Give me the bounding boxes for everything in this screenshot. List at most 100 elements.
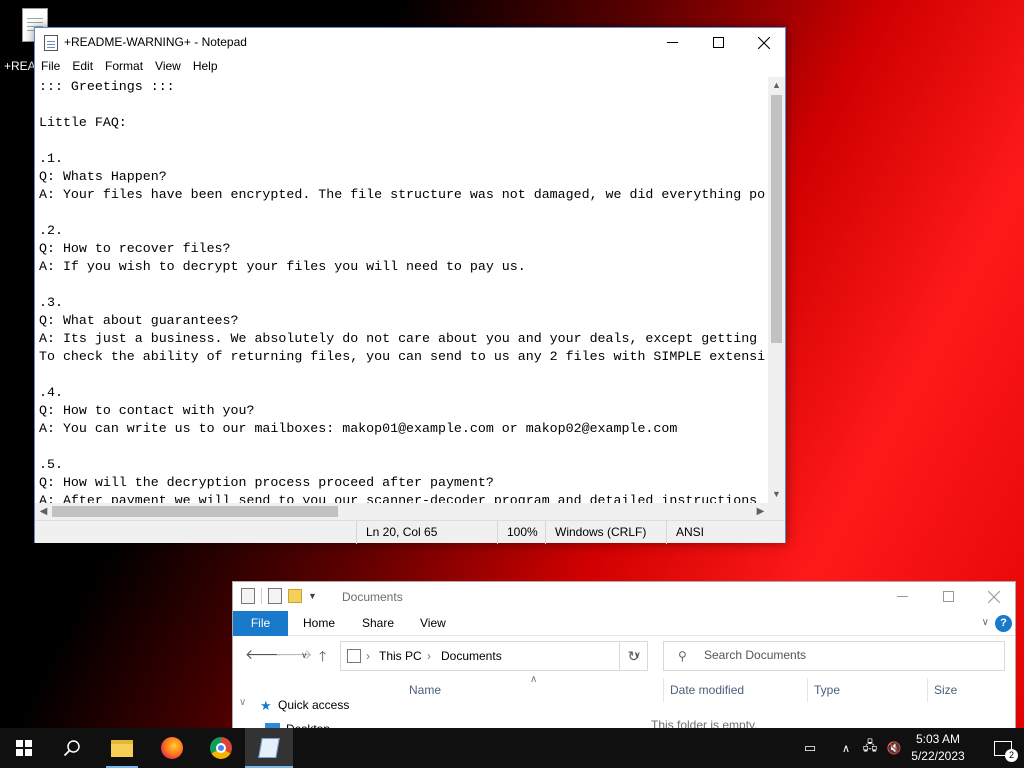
scroll-down-arrow-icon[interactable]: ▼: [768, 486, 785, 503]
search-taskbar-button[interactable]: [48, 728, 96, 768]
clock-date: 5/22/2023: [911, 749, 965, 763]
breadcrumb-documents[interactable]: Documents: [441, 649, 502, 663]
minimize-icon: [666, 42, 678, 43]
clock-time: 5:03 AM: [915, 732, 961, 746]
text-line: [39, 438, 769, 456]
collapse-chevron-icon[interactable]: ∨: [239, 697, 246, 708]
text-line: .4.: [39, 385, 63, 400]
file-explorer-window: ▼ Documents File Home Share View ∨ ? 🡐 🡒…: [232, 581, 1016, 731]
search-input[interactable]: [704, 648, 984, 662]
maximize-icon: [712, 37, 724, 48]
ribbon-tab-file[interactable]: File: [233, 611, 288, 636]
start-button[interactable]: [0, 728, 48, 768]
text-line: A: After payment we will send to you our…: [39, 493, 758, 503]
text-line: Little FAQ:: [39, 115, 127, 130]
taskbar-firefox[interactable]: [148, 728, 196, 768]
column-header-type[interactable]: Type: [814, 683, 840, 697]
explorer-maximize-button[interactable]: [925, 582, 971, 611]
explorer-minimize-button[interactable]: [879, 582, 925, 611]
column-header-date-modified[interactable]: Date modified: [670, 683, 744, 697]
ribbon-tabs: File Home Share View ∨ ?: [233, 611, 1015, 636]
scrollbar-corner: [768, 503, 785, 520]
tray-keyboard-icon[interactable]: ▭: [796, 728, 824, 768]
minimize-button[interactable]: [649, 28, 695, 57]
search-box[interactable]: ⚲: [663, 641, 1005, 671]
text-line: .3.: [39, 295, 63, 310]
action-center-button[interactable]: 2: [982, 728, 1024, 768]
ribbon-tab-home[interactable]: Home: [303, 611, 335, 636]
column-divider[interactable]: [807, 678, 808, 702]
column-header-name[interactable]: Name: [409, 683, 441, 697]
window-title: +README-WARNING+ - Notepad: [64, 35, 247, 49]
close-button[interactable]: [741, 28, 787, 57]
taskbar: ▭ ∧ 🖧 🔇 5:03 AM 5/22/2023 2: [0, 728, 1024, 768]
scroll-up-arrow-icon[interactable]: ▲: [768, 77, 785, 94]
new-folder-icon[interactable]: [288, 589, 302, 603]
up-arrow-icon[interactable]: 🡑: [319, 646, 326, 670]
volume-muted-icon[interactable]: 🔇: [882, 728, 906, 768]
system-clock[interactable]: 5:03 AM 5/22/2023: [906, 731, 970, 765]
text-editor-area[interactable]: ::: Greetings ::: Little FAQ: .1. Q: Whats …: [35, 77, 769, 503]
windows-logo-icon: [16, 740, 32, 756]
text-line: Q: Whats Happen?: [39, 169, 167, 184]
recent-locations-chevron-icon[interactable]: ∨: [301, 650, 308, 661]
text-line: Q: How to recover files?: [39, 241, 231, 256]
text-line: Q: What about guarantees?: [39, 313, 239, 328]
text-line: ::: Greetings :::: [39, 79, 175, 94]
explorer-title-bar[interactable]: ▼ Documents: [233, 582, 1015, 611]
text-line: A: If you wish to decrypt your files you…: [39, 259, 526, 274]
menu-edit[interactable]: Edit: [66, 57, 99, 77]
column-header-size[interactable]: Size: [934, 683, 957, 697]
taskbar-notepad[interactable]: [245, 728, 293, 768]
column-divider[interactable]: [663, 678, 664, 702]
menu-help[interactable]: Help: [187, 57, 224, 77]
status-line-endings: Windows (CRLF): [545, 521, 666, 544]
taskbar-file-explorer[interactable]: [98, 728, 146, 768]
menu-view[interactable]: View: [149, 57, 187, 77]
file-explorer-icon: [111, 739, 133, 757]
text-line: .5.: [39, 457, 63, 472]
ribbon-tab-view[interactable]: View: [420, 611, 446, 636]
nav-quick-access[interactable]: Quick access: [278, 698, 349, 712]
network-icon[interactable]: 🖧: [858, 728, 882, 768]
breadcrumb-this-pc[interactable]: This PC: [379, 649, 422, 663]
customize-toolbar-icon[interactable]: ▼: [308, 591, 317, 601]
toolbar-separator: [261, 588, 262, 604]
menu-format[interactable]: Format: [99, 57, 149, 77]
status-cursor-position: Ln 20, Col 65: [356, 521, 497, 544]
notification-count-badge: 2: [1005, 748, 1018, 762]
vertical-scrollbar[interactable]: ▲ ▼: [768, 77, 785, 503]
scroll-left-arrow-icon[interactable]: ◀: [35, 503, 52, 520]
text-line: Q: How to contact with you?: [39, 403, 255, 418]
expand-ribbon-chevron-icon[interactable]: ∨: [982, 617, 989, 628]
notepad-title-bar[interactable]: +README-WARNING+ - Notepad: [35, 28, 785, 57]
maximize-icon: [942, 591, 954, 602]
notepad-window: +README-WARNING+ - Notepad File Edit For…: [34, 27, 786, 544]
menu-file[interactable]: File: [35, 57, 66, 77]
column-divider[interactable]: [927, 678, 928, 702]
vertical-scroll-thumb[interactable]: [771, 95, 782, 343]
help-button[interactable]: ?: [995, 615, 1012, 632]
ribbon-tab-share[interactable]: Share: [362, 611, 394, 636]
properties-icon[interactable]: [241, 588, 255, 604]
breadcrumb-chevron-icon[interactable]: ›: [366, 649, 370, 663]
text-line: [39, 132, 769, 150]
checkbox-icon[interactable]: [268, 588, 282, 604]
minimize-icon: [896, 596, 908, 597]
maximize-button[interactable]: [695, 28, 741, 57]
breadcrumb-separator-icon[interactable]: ›: [427, 649, 431, 663]
explorer-close-button[interactable]: [971, 582, 1015, 611]
show-hidden-icons-chevron-icon[interactable]: ∧: [836, 728, 856, 768]
address-bar[interactable]: › This PC › Documents ∨: [340, 641, 648, 671]
text-line: [39, 204, 769, 222]
horizontal-scroll-thumb[interactable]: [52, 506, 338, 517]
status-zoom: 100%: [497, 521, 545, 544]
taskbar-chrome[interactable]: [197, 728, 245, 768]
close-icon: [988, 590, 1000, 603]
text-line: To check the ability of returning files,…: [39, 349, 766, 364]
notepad-app-icon: [44, 35, 58, 51]
firefox-icon: [161, 737, 183, 759]
horizontal-scrollbar[interactable]: ◀ ▶: [35, 503, 769, 520]
scroll-right-arrow-icon[interactable]: ▶: [752, 503, 769, 520]
refresh-icon[interactable]: ↻: [619, 641, 647, 671]
